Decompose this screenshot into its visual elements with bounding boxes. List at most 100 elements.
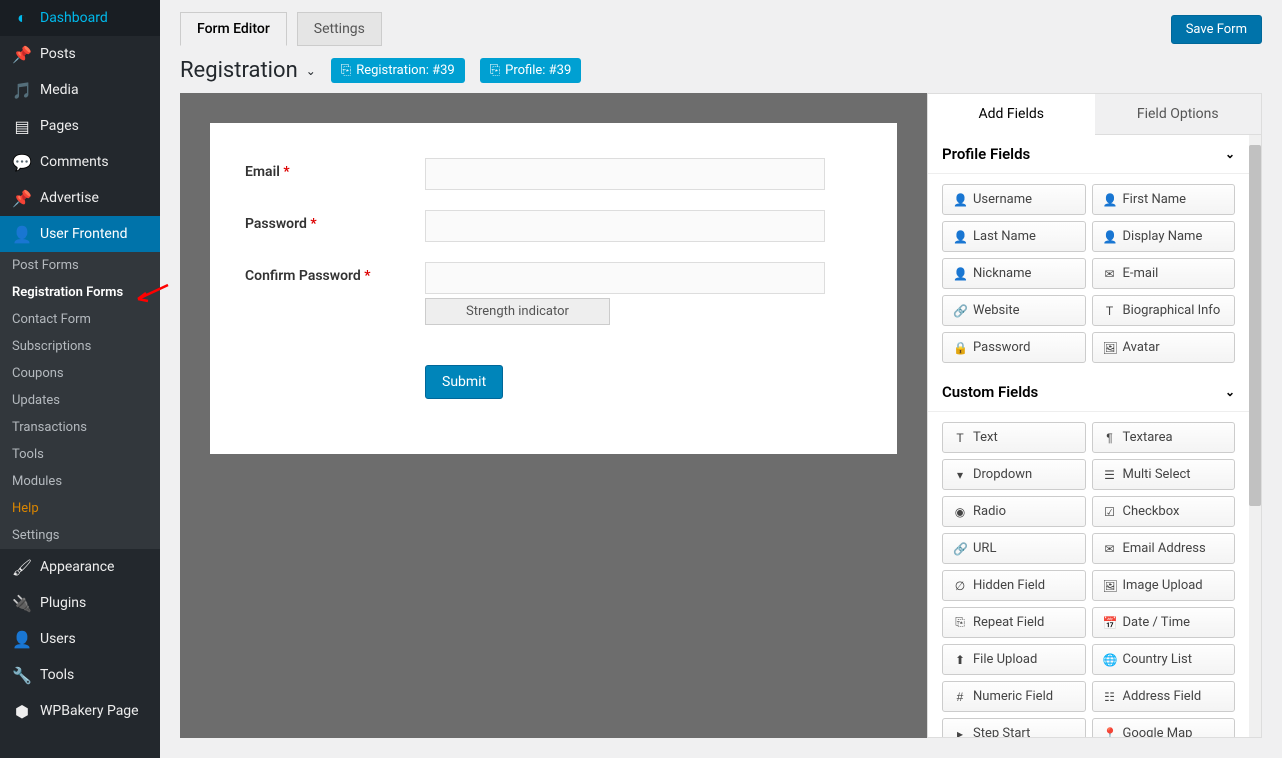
email-input[interactable] xyxy=(425,158,825,190)
field-google-map[interactable]: 📍Google Map xyxy=(1092,718,1236,737)
field-text[interactable]: TText xyxy=(942,422,1086,453)
confirm-label: Confirm Password * xyxy=(245,262,425,284)
field-url[interactable]: 🔗URL xyxy=(942,533,1086,564)
section-profile-fields[interactable]: Profile Fields⌄ xyxy=(928,135,1249,174)
submenu-help[interactable]: Help xyxy=(0,495,160,522)
sidebar-label: Appearance xyxy=(40,559,114,575)
list-icon: ☰ xyxy=(1103,468,1117,482)
user-icon: 👤 xyxy=(953,267,967,281)
field-first-name[interactable]: 👤First Name xyxy=(1092,184,1236,215)
user-icon: 👤 xyxy=(953,193,967,207)
field-password[interactable]: 🔒Password xyxy=(942,332,1086,363)
sidebar-label: Users xyxy=(40,631,76,647)
sidebar-item-posts[interactable]: 📌Posts xyxy=(0,36,160,72)
sidebar-item-appearance[interactable]: 🖌Appearance xyxy=(0,549,160,585)
registration-badge[interactable]: ⎘Registration: #39 xyxy=(331,58,465,83)
submenu-registration-forms[interactable]: Registration Forms xyxy=(0,279,160,306)
sidebar-label: WPBakery Page xyxy=(40,703,139,719)
field-nickname[interactable]: 👤Nickname xyxy=(942,258,1086,289)
badge-text: Profile: #39 xyxy=(505,63,571,78)
field-numeric[interactable]: #Numeric Field xyxy=(942,681,1086,712)
panel-scrollbar[interactable] xyxy=(1249,135,1261,737)
field-bio[interactable]: TBiographical Info xyxy=(1092,295,1236,326)
sidebar-item-pages[interactable]: ▤Pages xyxy=(0,108,160,144)
field-date-time[interactable]: 📅Date / Time xyxy=(1092,607,1236,638)
dashboard-icon: ◐ xyxy=(12,8,32,28)
copy-icon: ⎘ xyxy=(490,63,500,78)
profile-badge[interactable]: ⎘ Profile: #39 xyxy=(480,58,582,83)
tab-add-fields[interactable]: Add Fields xyxy=(928,94,1095,135)
save-form-button[interactable]: Save Form xyxy=(1171,15,1262,44)
submenu-subscriptions[interactable]: Subscriptions xyxy=(0,333,160,360)
plugin-icon: 🔌 xyxy=(12,593,32,613)
hash-icon: # xyxy=(953,690,967,704)
field-hidden[interactable]: ∅Hidden Field xyxy=(942,570,1086,601)
submenu-transactions[interactable]: Transactions xyxy=(0,414,160,441)
user-frontend-icon: 👤 xyxy=(12,224,32,244)
section-custom-fields[interactable]: Custom Fields⌄ xyxy=(928,373,1249,412)
sidebar-item-user-frontend[interactable]: 👤 User Frontend xyxy=(0,216,160,252)
field-repeat[interactable]: ⎘Repeat Field xyxy=(942,607,1086,638)
title-row: Registration⌄ ⎘Registration: #39 ⎘ Profil… xyxy=(160,58,1282,93)
radio-icon: ◉ xyxy=(953,505,967,519)
tab-field-options[interactable]: Field Options xyxy=(1095,94,1262,135)
field-multiselect[interactable]: ☰Multi Select xyxy=(1092,459,1236,490)
globe-icon: 🌐 xyxy=(1103,653,1117,667)
field-email-address[interactable]: ✉Email Address xyxy=(1092,533,1236,564)
badge-text: Registration: #39 xyxy=(356,63,455,78)
sidebar-label: Dashboard xyxy=(40,10,108,26)
field-dropdown[interactable]: ▾Dropdown xyxy=(942,459,1086,490)
link-icon: 🔗 xyxy=(953,304,967,318)
pin-icon: 📌 xyxy=(12,188,32,208)
field-avatar[interactable]: 🖼Avatar xyxy=(1092,332,1236,363)
tab-form-editor[interactable]: Form Editor xyxy=(180,12,287,46)
caret-icon: ▾ xyxy=(953,468,967,482)
image-icon: 🖼 xyxy=(1103,579,1117,593)
submenu-settings[interactable]: Settings xyxy=(0,522,160,549)
panel-body[interactable]: Profile Fields⌄ 👤Username 👤First Name 👤L… xyxy=(928,135,1249,737)
sidebar-item-plugins[interactable]: 🔌Plugins xyxy=(0,585,160,621)
page-title[interactable]: Registration⌄ xyxy=(180,58,316,83)
field-email[interactable]: ✉E-mail xyxy=(1092,258,1236,289)
sidebar-item-media[interactable]: 🎵Media xyxy=(0,72,160,108)
sidebar-item-comments[interactable]: 💬Comments xyxy=(0,144,160,180)
chevron-down-icon: ⌄ xyxy=(306,64,316,78)
sidebar-label: User Frontend xyxy=(40,226,127,242)
calendar-icon: 📅 xyxy=(1103,616,1117,630)
field-file-upload[interactable]: ⬆File Upload xyxy=(942,644,1086,675)
field-step-start[interactable]: ▸Step Start xyxy=(942,718,1086,737)
submit-button[interactable]: Submit xyxy=(425,365,503,399)
submenu-contact-form[interactable]: Contact Form xyxy=(0,306,160,333)
submenu-coupons[interactable]: Coupons xyxy=(0,360,160,387)
field-display-name[interactable]: 👤Display Name xyxy=(1092,221,1236,252)
field-last-name[interactable]: 👤Last Name xyxy=(942,221,1086,252)
confirm-password-input[interactable] xyxy=(425,262,825,294)
scrollbar-thumb[interactable] xyxy=(1249,145,1261,506)
check-icon: ☑ xyxy=(1103,505,1117,519)
field-radio[interactable]: ◉Radio xyxy=(942,496,1086,527)
field-textarea[interactable]: ¶Textarea xyxy=(1092,422,1236,453)
sidebar-item-dashboard[interactable]: ◐ Dashboard xyxy=(0,0,160,36)
field-checkbox[interactable]: ☑Checkbox xyxy=(1092,496,1236,527)
field-username[interactable]: 👤Username xyxy=(942,184,1086,215)
required-mark: * xyxy=(310,216,316,232)
field-country[interactable]: 🌐Country List xyxy=(1092,644,1236,675)
sidebar-item-tools[interactable]: 🔧Tools xyxy=(0,657,160,693)
sidebar-item-advertise[interactable]: 📌Advertise xyxy=(0,180,160,216)
user-icon: 👤 xyxy=(953,230,967,244)
form-canvas: Email * Password * Confirm Password * St… xyxy=(180,93,927,738)
field-image-upload[interactable]: 🖼Image Upload xyxy=(1092,570,1236,601)
password-input[interactable] xyxy=(425,210,825,242)
submenu-modules[interactable]: Modules xyxy=(0,468,160,495)
submenu-post-forms[interactable]: Post Forms xyxy=(0,252,160,279)
copy-icon: ⎘ xyxy=(953,615,967,630)
sidebar-label: Media xyxy=(40,82,79,98)
sidebar-item-wpbakery[interactable]: ⬢WPBakery Page xyxy=(0,693,160,729)
text-icon: T xyxy=(1103,304,1117,318)
field-address[interactable]: ☷Address Field xyxy=(1092,681,1236,712)
field-website[interactable]: 🔗Website xyxy=(942,295,1086,326)
tab-settings[interactable]: Settings xyxy=(297,12,382,46)
submenu-tools[interactable]: Tools xyxy=(0,441,160,468)
sidebar-item-users[interactable]: 👤Users xyxy=(0,621,160,657)
submenu-updates[interactable]: Updates xyxy=(0,387,160,414)
